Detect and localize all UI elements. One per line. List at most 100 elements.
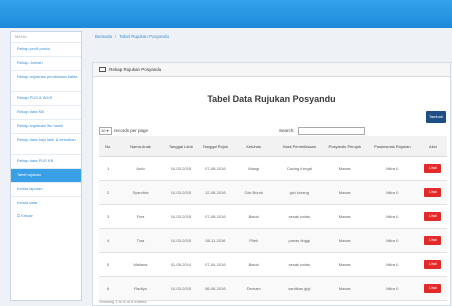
sidebar-item-rekap-pus-kb[interactable]: Rekap data PUS KB bbox=[11, 154, 81, 168]
cell-puskesmas-rujukan: Mitra II bbox=[366, 276, 419, 301]
logout-label: Keluar bbox=[21, 213, 33, 218]
cell-no: 3 bbox=[99, 204, 118, 229]
breadcrumb-home[interactable]: Beranda bbox=[95, 34, 112, 39]
table-info: Showing 1 to 6 of 6 entries bbox=[99, 299, 147, 304]
cell-hasil-pemeriksaan: panas tinggi bbox=[275, 228, 324, 253]
table-row: 2 Syarohta 10-03-2015 12-08-2016 Gizi Bu… bbox=[99, 180, 447, 205]
records-per-page: 10 ▾ records per page bbox=[99, 127, 148, 135]
breadcrumb-current: Tabel Rujukan Posyandu bbox=[119, 34, 170, 39]
sidebar-item-logout[interactable]: ⏻ Keluar bbox=[11, 210, 81, 224]
cell-puskesmas-rujukan: Mitra II bbox=[366, 180, 419, 205]
col-nama-anak[interactable]: Nama Anak bbox=[117, 136, 164, 157]
table-icon bbox=[99, 67, 106, 73]
table-row: 5 Maliana 01-09-2014 07-04-2016 Batuk se… bbox=[99, 252, 447, 277]
cell-tanggal-lahir: 01-09-2014 bbox=[163, 252, 199, 277]
sidebar-item-rekap-profil[interactable]: Rekap profil posko bbox=[11, 42, 81, 56]
cell-aksi: Lihat bbox=[418, 276, 447, 301]
sidebar-item-kelola-data[interactable]: Kelola data bbox=[11, 196, 81, 210]
cell-hasil-pemeriksaan: cantikan gigi bbox=[275, 276, 324, 301]
col-keluhan[interactable]: Keluhan bbox=[232, 136, 275, 157]
col-tanggal-lahir[interactable]: Tanggal Lahir bbox=[163, 136, 199, 157]
view-button[interactable]: Lihat bbox=[424, 236, 442, 245]
cell-hasil-pemeriksaan: sesak nafas bbox=[275, 252, 324, 277]
col-hasil-pemeriksaan[interactable]: Hasil Pemeriksaan bbox=[275, 136, 324, 157]
content-panel: Rekap Rujukan Posyandu Tabel Data Rujuka… bbox=[92, 62, 451, 306]
cell-puskesmas-rujukan: Mitra II bbox=[366, 204, 419, 229]
sidebar-item-rekap-bayi[interactable]: Rekap data bayi lahir & kematian bbox=[11, 133, 81, 154]
col-posyandu-perujuk[interactable]: Posyandu Perujuk bbox=[323, 136, 367, 157]
cell-puskesmas-rujukan: Mitra II bbox=[366, 156, 419, 181]
cell-nama-anak: Maliana bbox=[117, 252, 164, 277]
col-aksi: Aksi bbox=[418, 136, 447, 157]
search-box: Search: bbox=[279, 127, 365, 135]
records-per-page-label: records per page bbox=[114, 128, 149, 134]
sidebar-item-rekap-jumlah[interactable]: Rekap Jumlah bbox=[11, 56, 81, 70]
cell-tanggal-lahir: 10-03-2015 bbox=[163, 180, 199, 205]
cell-hasil-pemeriksaan: Cacing Kregal bbox=[275, 156, 324, 181]
cell-keluhan: Mangi bbox=[232, 156, 275, 181]
cell-posyandu-perujuk: Mawar bbox=[323, 204, 367, 229]
sidebar-item-rekap-ibu-hamil[interactable]: Rekap registrasi ibu hamil bbox=[11, 119, 81, 133]
cell-posyandu-perujuk: Mawar bbox=[323, 228, 367, 253]
search-label: Search: bbox=[279, 128, 295, 134]
view-button[interactable]: Lihat bbox=[424, 164, 442, 173]
cell-nama-anak: Ardo bbox=[117, 156, 164, 181]
col-tanggal-rujuk[interactable]: Tanggal Rujuk bbox=[198, 136, 233, 157]
view-button[interactable]: Lihat bbox=[424, 284, 442, 293]
cell-aksi: Lihat bbox=[418, 180, 447, 205]
view-button[interactable]: Lihat bbox=[424, 212, 442, 221]
cell-tanggal-rujuk: 07-08-2016 bbox=[198, 204, 233, 229]
cell-nama-anak: Syarohta bbox=[117, 180, 164, 205]
cell-puskesmas-rujukan: Mitra II bbox=[366, 252, 419, 277]
cell-no: 2 bbox=[99, 180, 118, 205]
cell-keluhan: Batuk bbox=[232, 252, 275, 277]
view-button[interactable]: Lihat bbox=[424, 188, 442, 197]
cell-keluhan: Gizi Buruk bbox=[232, 180, 275, 205]
sidebar-item-tabel-rujukan[interactable]: Tabel rujukan bbox=[11, 168, 81, 182]
cell-tanggal-lahir: 10-03-2015 bbox=[163, 204, 199, 229]
cell-hasil-pemeriksaan: gizi kurang bbox=[275, 180, 324, 205]
cell-no: 5 bbox=[99, 252, 118, 277]
power-icon: ⏻ bbox=[17, 213, 21, 218]
sidebar-header: MENU bbox=[15, 34, 27, 39]
cell-no: 1 bbox=[99, 156, 118, 181]
table-row: 3 Fina 10-03-2015 07-08-2016 Batuk sesak… bbox=[99, 204, 447, 229]
cell-no: 6 bbox=[99, 276, 118, 301]
cell-aksi: Lihat bbox=[418, 228, 447, 253]
cell-puskesmas-rujukan: Mitra II bbox=[366, 228, 419, 253]
cell-keluhan: Pilek bbox=[232, 228, 275, 253]
col-puskesmas-rujukan[interactable]: Puskesmas Rujukan bbox=[366, 136, 419, 157]
cell-hasil-pemeriksaan: sesak nafas bbox=[275, 204, 324, 229]
cell-nama-anak: Radiya bbox=[117, 276, 164, 301]
table-row: 4 Tina 10-03-2015 08-11-2016 Pilek panas… bbox=[99, 228, 447, 253]
sidebar-item-rekap-balita[interactable]: Rekap registrasi pembinaan balita bbox=[11, 70, 81, 91]
cell-aksi: Lihat bbox=[418, 252, 447, 277]
view-button[interactable]: Lihat bbox=[424, 260, 442, 269]
table-header-row: No. Nama Anak Tanggal Lahir Tanggal Ruju… bbox=[99, 136, 447, 157]
top-navbar bbox=[0, 0, 452, 28]
cell-aksi: Lihat bbox=[418, 156, 447, 181]
add-button[interactable]: Tambah bbox=[426, 111, 446, 123]
col-no[interactable]: No. bbox=[99, 136, 118, 157]
panel-header: Rekap Rujukan Posyandu bbox=[93, 63, 450, 77]
records-per-page-value: 10 bbox=[101, 128, 106, 133]
panel-header-label: Rekap Rujukan Posyandu bbox=[109, 67, 162, 72]
cell-tanggal-rujuk: 07-04-2016 bbox=[198, 252, 233, 277]
cell-posyandu-perujuk: Mawar bbox=[323, 252, 367, 277]
rujukan-table: No. Nama Anak Tanggal Lahir Tanggal Ruju… bbox=[99, 136, 447, 301]
sidebar-item-rekap-kb[interactable]: Rekap data KB bbox=[11, 105, 81, 119]
breadcrumb: Beranda / Tabel Rujukan Posyandu bbox=[95, 34, 169, 39]
sidebar: MENU Rekap profil posko Rekap Jumlah Rek… bbox=[10, 31, 82, 301]
sidebar-item-kelola-laporan[interactable]: Kelola laporan bbox=[11, 182, 81, 196]
sidebar-item-rekap-pus-wus[interactable]: Rekap PUS & WUS bbox=[11, 91, 81, 105]
page-title: Tabel Data Rujukan Posyandu bbox=[207, 94, 336, 104]
cell-nama-anak: Tina bbox=[117, 228, 164, 253]
cell-no: 4 bbox=[99, 228, 118, 253]
table-row: 6 Radiya 10-03-2015 06-06-2016 Demam can… bbox=[99, 276, 447, 301]
search-input[interactable] bbox=[297, 127, 365, 135]
cell-posyandu-perujuk: Mawar bbox=[323, 180, 367, 205]
cell-tanggal-rujuk: 07-08-2016 bbox=[198, 156, 233, 181]
cell-aksi: Lihat bbox=[418, 204, 447, 229]
records-per-page-select[interactable]: 10 ▾ bbox=[99, 127, 112, 135]
cell-tanggal-lahir: 10-03-2015 bbox=[163, 228, 199, 253]
